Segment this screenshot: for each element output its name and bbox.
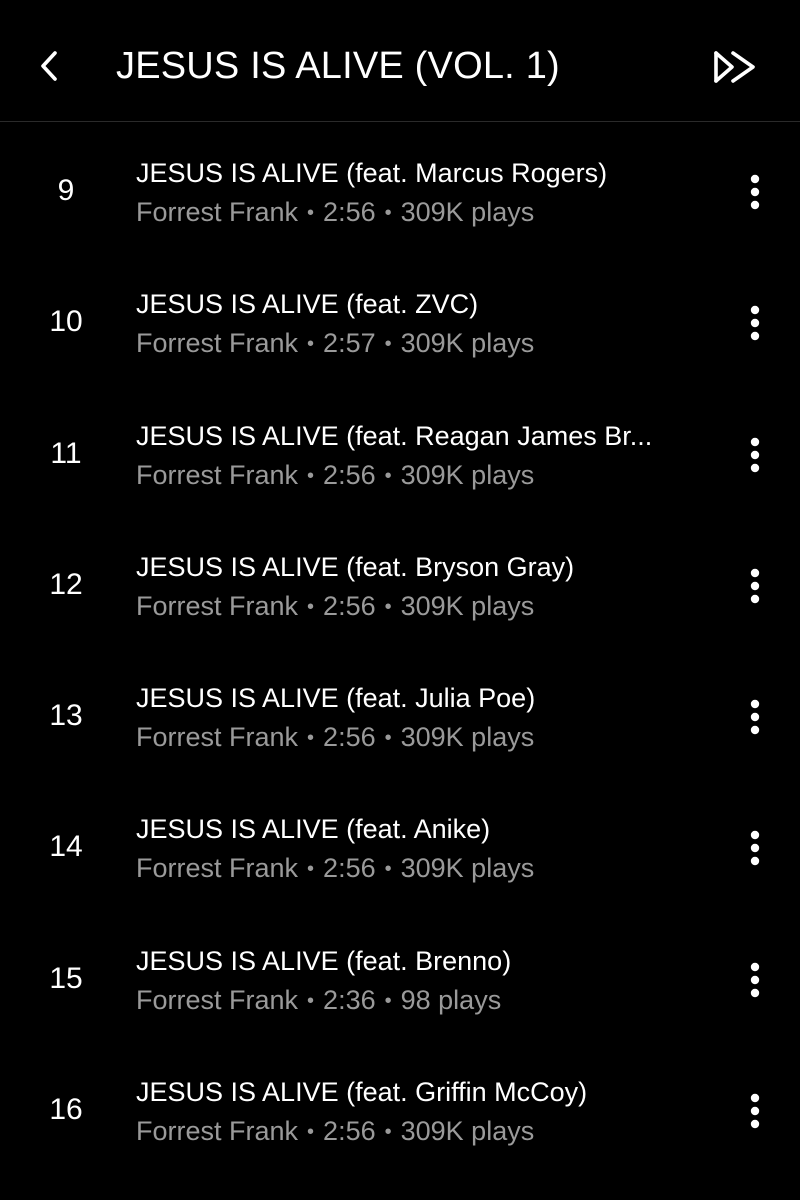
track-duration: 2:56: [323, 722, 376, 753]
more-options-button[interactable]: [728, 821, 782, 875]
more-options-button[interactable]: [728, 953, 782, 1007]
track-number: 9: [57, 174, 75, 207]
separator-dot: •: [384, 464, 392, 487]
more-options-button[interactable]: [728, 428, 782, 482]
double-chevron-right-icon: [714, 51, 755, 83]
vertical-ellipsis-icon: [750, 699, 760, 735]
track-artist: Forrest Frank: [136, 853, 299, 884]
track-plays: 309K plays: [400, 853, 535, 884]
track-meta: Forrest Frank • 2:56 • 309K plays: [136, 1112, 534, 1151]
track-title: JESUS IS ALIVE (feat. Julia Poe): [136, 683, 536, 714]
vertical-ellipsis-icon: [750, 437, 760, 472]
track-number: 11: [50, 436, 82, 470]
vertical-ellipsis-icon: [750, 306, 760, 341]
more-options-button[interactable]: [728, 296, 782, 350]
top-bar: JESUS IS ALIVE (VOL. 1): [0, 0, 800, 122]
track-row[interactable]: 11 JESUS IS ALIVE (feat. Reagan James Br…: [0, 390, 800, 521]
separator-dot: •: [307, 595, 315, 618]
vertical-ellipsis-icon: [750, 962, 760, 997]
track-title: JESUS IS ALIVE (feat. Marcus Rogers): [136, 158, 608, 188]
track-list: 9 JESUS IS ALIVE (feat. Marcus Rogers) F…: [0, 127, 800, 1177]
track-title: JESUS IS ALIVE (feat. Anike): [136, 814, 491, 845]
track-duration: 2:36: [323, 984, 376, 1015]
vertical-ellipsis-icon: [750, 1093, 760, 1129]
skip-next-button[interactable]: [706, 40, 764, 94]
track-artist: Forrest Frank: [136, 197, 299, 227]
track-artist: Forrest Frank: [136, 459, 299, 490]
track-title: JESUS IS ALIVE (feat. Griffin McCoy): [136, 1077, 588, 1108]
track-meta: Forrest Frank • 2:56 • 309K plays: [136, 718, 534, 757]
track-row[interactable]: 10 JESUS IS ALIVE (feat. ZVC) Forrest Fr…: [0, 258, 800, 389]
track-row[interactable]: 16 JESUS IS ALIVE (feat. Griffin McCoy) …: [0, 1046, 800, 1177]
track-plays: 309K plays: [400, 459, 535, 490]
separator-dot: •: [384, 727, 392, 750]
track-row[interactable]: 14 JESUS IS ALIVE (feat. Anike) Forrest …: [0, 783, 800, 914]
separator-dot: •: [307, 727, 315, 750]
track-duration: 2:56: [323, 1116, 376, 1147]
track-meta: Forrest Frank • 2:56 • 309K plays: [136, 587, 534, 626]
track-plays: 309K plays: [400, 590, 535, 621]
separator-dot: •: [307, 464, 315, 487]
more-options-button[interactable]: [728, 165, 782, 219]
track-duration: 2:57: [323, 328, 376, 359]
track-title: JESUS IS ALIVE (feat. Brenno): [136, 945, 512, 976]
separator-dot: •: [307, 858, 315, 881]
track-meta: Forrest Frank • 2:56 • 309K plays: [136, 456, 534, 495]
track-meta: Forrest Frank • 2:56 • 309K plays: [136, 849, 534, 888]
separator-dot: •: [307, 1121, 315, 1144]
track-row[interactable]: 13 JESUS IS ALIVE (feat. Julia Poe) Forr…: [0, 652, 800, 783]
vertical-ellipsis-icon: [750, 831, 760, 866]
track-row[interactable]: 15 JESUS IS ALIVE (feat. Brenno) Forrest…: [0, 915, 800, 1046]
track-plays: 309K plays: [400, 328, 535, 359]
more-options-button[interactable]: [728, 690, 782, 744]
track-artist: Forrest Frank: [136, 722, 299, 753]
more-options-button[interactable]: [728, 1084, 782, 1138]
track-duration: 2:56: [323, 853, 376, 884]
separator-dot: •: [384, 1121, 392, 1144]
separator-dot: •: [384, 858, 392, 881]
track-title: JESUS IS ALIVE (feat. Reagan James Br...: [136, 420, 653, 451]
track-plays: 309K plays: [400, 197, 535, 227]
separator-dot: •: [384, 989, 392, 1012]
vertical-ellipsis-icon: [750, 174, 760, 210]
separator-dot: •: [307, 333, 315, 356]
track-number: 16: [49, 1093, 83, 1127]
track-plays: 309K plays: [400, 1116, 535, 1147]
track-title: JESUS IS ALIVE (feat. Bryson Gray): [136, 551, 575, 582]
separator-dot: •: [384, 202, 392, 224]
chevron-left-icon: [41, 51, 57, 81]
more-options-button[interactable]: [728, 559, 782, 613]
back-button[interactable]: [28, 40, 70, 92]
track-duration: 2:56: [323, 197, 376, 227]
track-number: 15: [49, 961, 83, 995]
track-duration: 2:56: [323, 459, 376, 490]
track-row[interactable]: 12 JESUS IS ALIVE (feat. Bryson Gray) Fo…: [0, 521, 800, 652]
track-row[interactable]: 9 JESUS IS ALIVE (feat. Marcus Rogers) F…: [0, 127, 800, 258]
track-artist: Forrest Frank: [136, 1116, 299, 1147]
track-meta: Forrest Frank • 2:36 • 98 plays: [136, 981, 501, 1020]
separator-dot: •: [384, 333, 392, 356]
track-plays: 309K plays: [400, 722, 535, 753]
track-number: 12: [49, 567, 83, 601]
track-meta: Forrest Frank • 2:56 • 309K plays: [136, 193, 534, 232]
separator-dot: •: [384, 595, 392, 618]
track-number: 13: [49, 699, 83, 733]
vertical-ellipsis-icon: [750, 568, 760, 604]
separator-dot: •: [307, 202, 315, 224]
track-number: 10: [49, 305, 83, 339]
track-artist: Forrest Frank: [136, 328, 299, 359]
separator-dot: •: [307, 989, 315, 1012]
track-number: 14: [49, 830, 83, 864]
track-duration: 2:56: [323, 590, 376, 621]
page-title: JESUS IS ALIVE (VOL. 1): [116, 45, 560, 87]
track-artist: Forrest Frank: [136, 590, 299, 621]
track-title: JESUS IS ALIVE (feat. ZVC): [136, 289, 479, 320]
track-meta: Forrest Frank • 2:57 • 309K plays: [136, 324, 534, 363]
track-plays: 98 plays: [400, 984, 502, 1015]
track-artist: Forrest Frank: [136, 984, 299, 1015]
